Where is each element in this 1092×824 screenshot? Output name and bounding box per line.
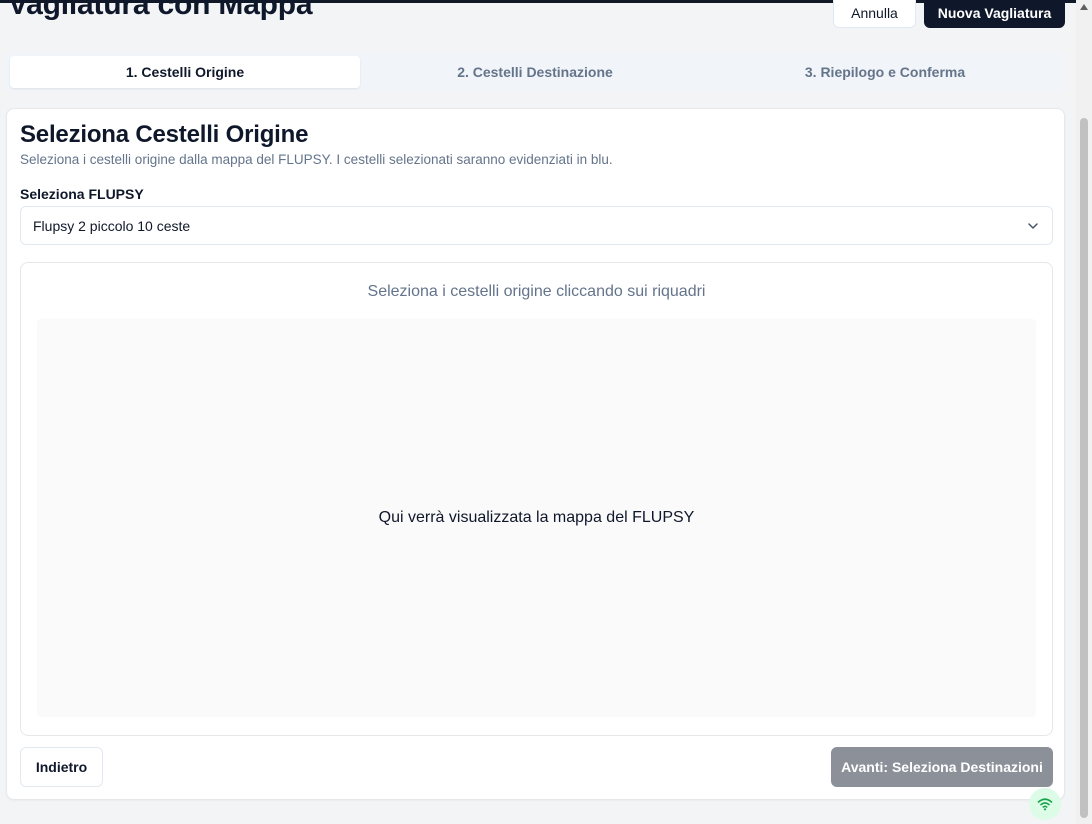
scrollbar-thumb[interactable] [1080, 118, 1088, 818]
page-title: Vagliatura con Mappa [8, 0, 313, 21]
chevron-down-icon [1028, 223, 1038, 229]
card-description: Seleziona i cestelli origine dalla mappa… [20, 152, 613, 167]
new-screening-button[interactable]: Nuova Vagliatura [924, 0, 1065, 28]
tab-origin-baskets[interactable]: 1. Cestelli Origine [10, 56, 360, 88]
flupsy-select-value: Flupsy 2 piccolo 10 ceste [33, 218, 191, 234]
tab-destination-baskets[interactable]: 2. Cestelli Destinazione [360, 56, 710, 88]
flupsy-map-area[interactable]: Qui verrà visualizzata la mappa del FLUP… [37, 319, 1036, 717]
next-select-destinations-button[interactable]: Avanti: Seleziona Destinazioni [831, 747, 1053, 787]
scroll-up-arrow-icon[interactable] [1080, 4, 1088, 10]
step-tabs: 1. Cestelli Origine 2. Cestelli Destinaz… [6, 52, 1064, 92]
cancel-button[interactable]: Annulla [833, 0, 916, 28]
page-viewport: Vagliatura con Mappa Annulla Nuova Vagli… [0, 0, 1076, 824]
card-title: Seleziona Cestelli Origine [20, 121, 309, 148]
map-placeholder-text: Qui verrà visualizzata la mappa del FLUP… [378, 509, 695, 526]
origin-selection-card: Seleziona Cestelli Origine Seleziona i c… [6, 108, 1065, 800]
back-button[interactable]: Indietro [20, 747, 103, 787]
tab-summary-confirm[interactable]: 3. Riepilogo e Conferma [710, 56, 1060, 88]
flupsy-select-label: Seleziona FLUPSY [20, 186, 144, 202]
connection-status-badge[interactable] [1029, 788, 1061, 820]
flupsy-select[interactable]: Flupsy 2 piccolo 10 ceste [20, 206, 1053, 245]
vertical-scrollbar[interactable] [1076, 0, 1092, 824]
map-hint: Seleziona i cestelli origine cliccando s… [367, 283, 706, 300]
wifi-icon [1037, 798, 1053, 811]
flupsy-map-container: Seleziona i cestelli origine cliccando s… [20, 262, 1053, 736]
